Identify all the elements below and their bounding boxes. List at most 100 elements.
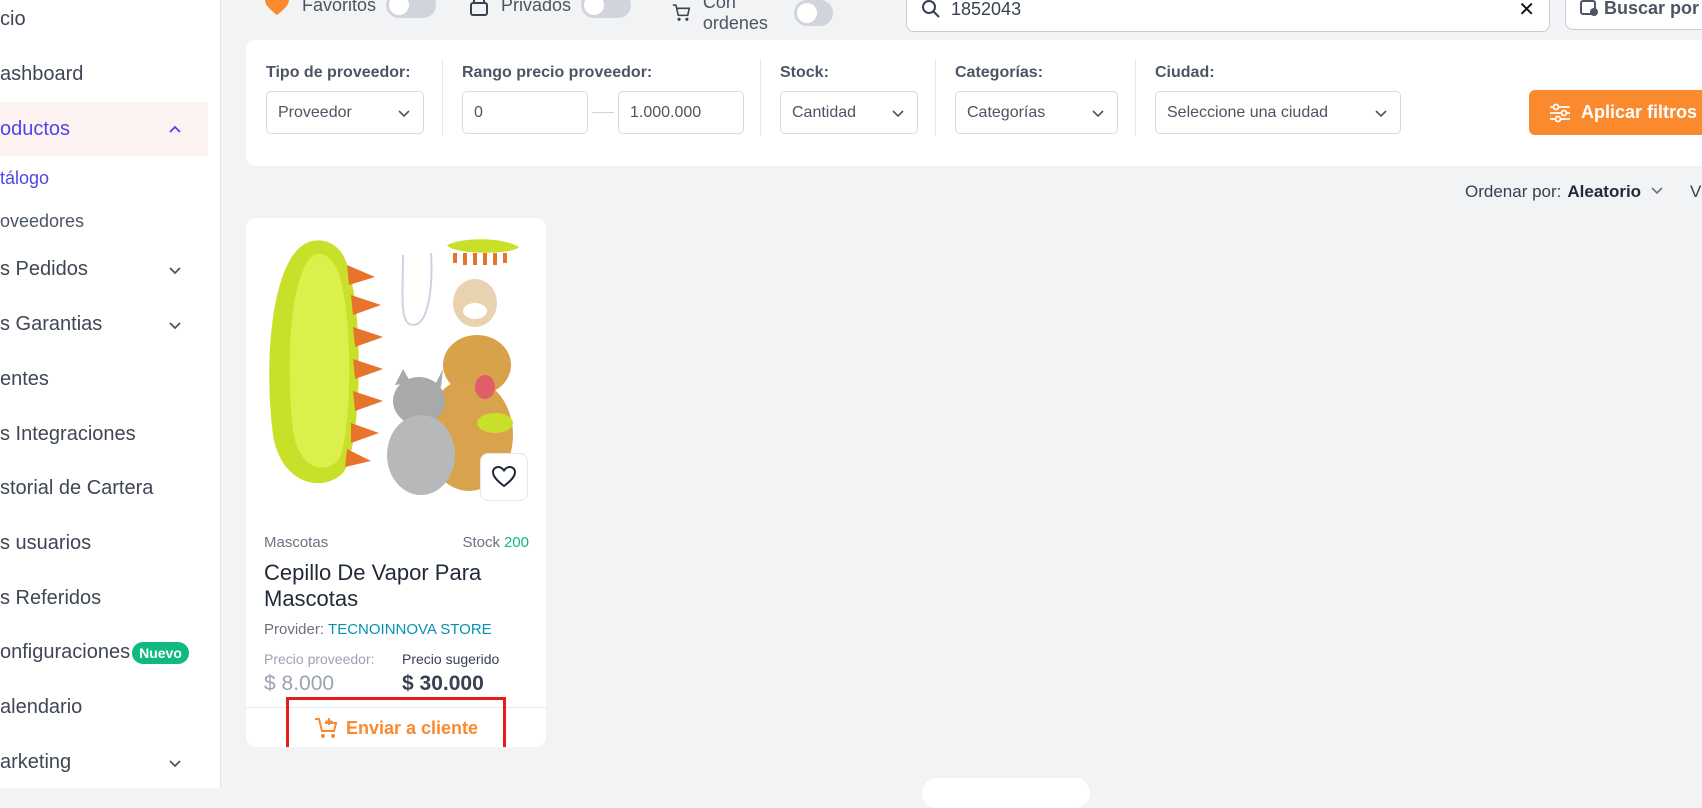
heart-outline-icon [491,465,517,488]
divider [442,60,443,136]
categorias-value: Categorías [967,103,1046,121]
send-to-client-label: Enviar a cliente [345,717,479,738]
product-provider: Provider: TECNOINNOVA STORE [264,621,492,638]
tipo-proveedor-label: Tipo de proveedor: [266,64,411,81]
product-name[interactable]: Cepillo De Vapor Para Mascotas [264,560,534,612]
sidebar: cio ashboard oductos tálogo oveedores s … [0,0,221,788]
product-stock: Stock 200 [462,534,529,551]
sort-control[interactable]: Ordenar por: Aleatorio [1465,182,1664,202]
sidebar-item-label: arketing [0,751,72,773]
product-card[interactable]: Mascotas Stock 200 Cepillo De Vapor Para … [246,218,546,747]
divider [935,60,936,136]
heart-icon [265,0,289,15]
sidebar-item-label: onfiguraciones [0,641,131,663]
divider [760,60,761,136]
price-provider-label: Precio proveedor: [264,651,375,667]
sidebar-subitem-label: oveedores [0,211,85,231]
privados-switch[interactable] [581,0,632,18]
chevron-down-icon [398,110,410,118]
sidebar-item-inicio[interactable]: cio [0,8,26,31]
sidebar-item-label: ashboard [0,63,84,85]
search-input[interactable]: 1852043 ✕ [906,0,1550,32]
sidebar-subitem-catalogo[interactable]: tálogo [0,168,49,189]
sidebar-subitem-proveedores[interactable]: oveedores [0,211,84,232]
sidebar-item-label: s usuarios [0,532,92,554]
stock-label: Stock [462,534,500,551]
sidebar-item-label: alendario [0,696,83,718]
price-suggested-value: $ 30.000 [402,672,484,695]
divider [1135,60,1136,136]
con-ordenes-toggle[interactable]: Con ordenes [672,0,834,34]
sidebar-subitem-label: tálogo [0,168,50,188]
sidebar-item-marketing[interactable]: arketing [0,751,208,774]
sidebar-item-pedidos[interactable]: s Pedidos [0,258,208,281]
sidebar-item-clientes[interactable]: entes [0,368,49,391]
sidebar-item-label: oductos [0,117,71,140]
pagination-container [922,778,1090,808]
sidebar-item-integraciones[interactable]: s Integraciones [0,423,136,446]
apply-filters-button[interactable]: Aplicar filtros [1529,90,1702,135]
buscar-por-button[interactable]: Buscar por [1565,0,1702,30]
lock-icon [470,0,488,16]
favoritos-label: Favoritos [302,0,377,15]
sidebar-item-dashboard[interactable]: ashboard [0,63,83,86]
filters-panel: Tipo de proveedor: Proveedor Rango preci… [246,40,1702,166]
categorias-select[interactable]: Categorías [955,91,1118,134]
sidebar-item-productos[interactable]: oductos [0,102,208,156]
categorias-label: Categorías: [955,64,1044,81]
provider-label: Provider: [264,621,325,638]
ciudad-select[interactable]: Seleccione una ciudad [1155,91,1401,134]
add-to-cart-icon [314,718,338,738]
chevron-up-icon [169,125,181,133]
sort-label: Ordenar por: [1465,182,1562,201]
price-provider-value: $ 8.000 [264,672,335,695]
chevron-down-icon [892,110,904,118]
stock-select[interactable]: Cantidad [780,91,918,134]
ciudad-value: Seleccione una ciudad [1167,103,1329,121]
sidebar-item-historial-cartera[interactable]: storial de Cartera [0,477,153,500]
con-ordenes-switch[interactable] [793,0,834,26]
sidebar-item-label: cio [0,8,26,30]
sidebar-item-garantias[interactable]: s Garantias [0,313,208,336]
provider-link[interactable]: TECNOINNOVA STORE [328,621,492,638]
product-category: Mascotas [264,534,329,551]
tipo-proveedor-select[interactable]: Proveedor [266,91,424,134]
stock-label: Stock: [780,64,829,81]
sidebar-item-usuarios[interactable]: s usuarios [0,532,91,555]
rango-max-input[interactable]: 1.000.000 [618,91,744,134]
view-toggle-label[interactable]: Vi [1690,182,1702,202]
rango-min-input[interactable]: 0 [462,91,588,134]
con-ordenes-label: Con ordenes [702,0,768,33]
chevron-down-icon [169,322,181,330]
range-dash [592,112,614,113]
sliders-icon [1550,103,1570,122]
ciudad-label: Ciudad: [1155,64,1215,81]
chevron-down-icon [169,760,181,768]
sort-value: Aleatorio [1567,182,1642,201]
privados-toggle[interactable]: Privados [469,0,632,18]
apply-filters-label: Aplicar filtros [1581,102,1698,122]
send-to-client-button[interactable]: Enviar a cliente [286,697,506,747]
chevron-down-icon [1092,110,1104,118]
sidebar-item-label: entes [0,368,49,390]
rango-max-value: 1.000.000 [630,103,702,121]
sidebar-item-label: s Garantias [0,313,103,335]
sidebar-item-referidos[interactable]: s Referidos [0,587,101,610]
sidebar-item-configuraciones[interactable]: onfiguraciones Nuevo [0,641,189,664]
buscar-por-label: Buscar por [1604,0,1700,18]
chevron-down-icon [1651,187,1663,195]
favoritos-switch[interactable] [386,0,437,18]
favoritos-toggle[interactable]: Favoritos [264,0,437,18]
image-search-icon [1580,0,1598,16]
sidebar-item-calendario[interactable]: alendario [0,696,82,719]
tipo-proveedor-value: Proveedor [278,103,352,121]
clear-search-icon[interactable]: ✕ [1518,0,1535,22]
sidebar-item-label: s Referidos [0,587,102,609]
sidebar-item-label: s Integraciones [0,423,136,445]
sidebar-item-label: storial de Cartera [0,477,154,499]
cart-icon [672,4,691,21]
favorite-button[interactable] [480,453,528,501]
sidebar-item-label: s Pedidos [0,258,88,280]
stock-value: Cantidad [792,103,857,121]
search-value: 1852043 [951,0,1022,19]
